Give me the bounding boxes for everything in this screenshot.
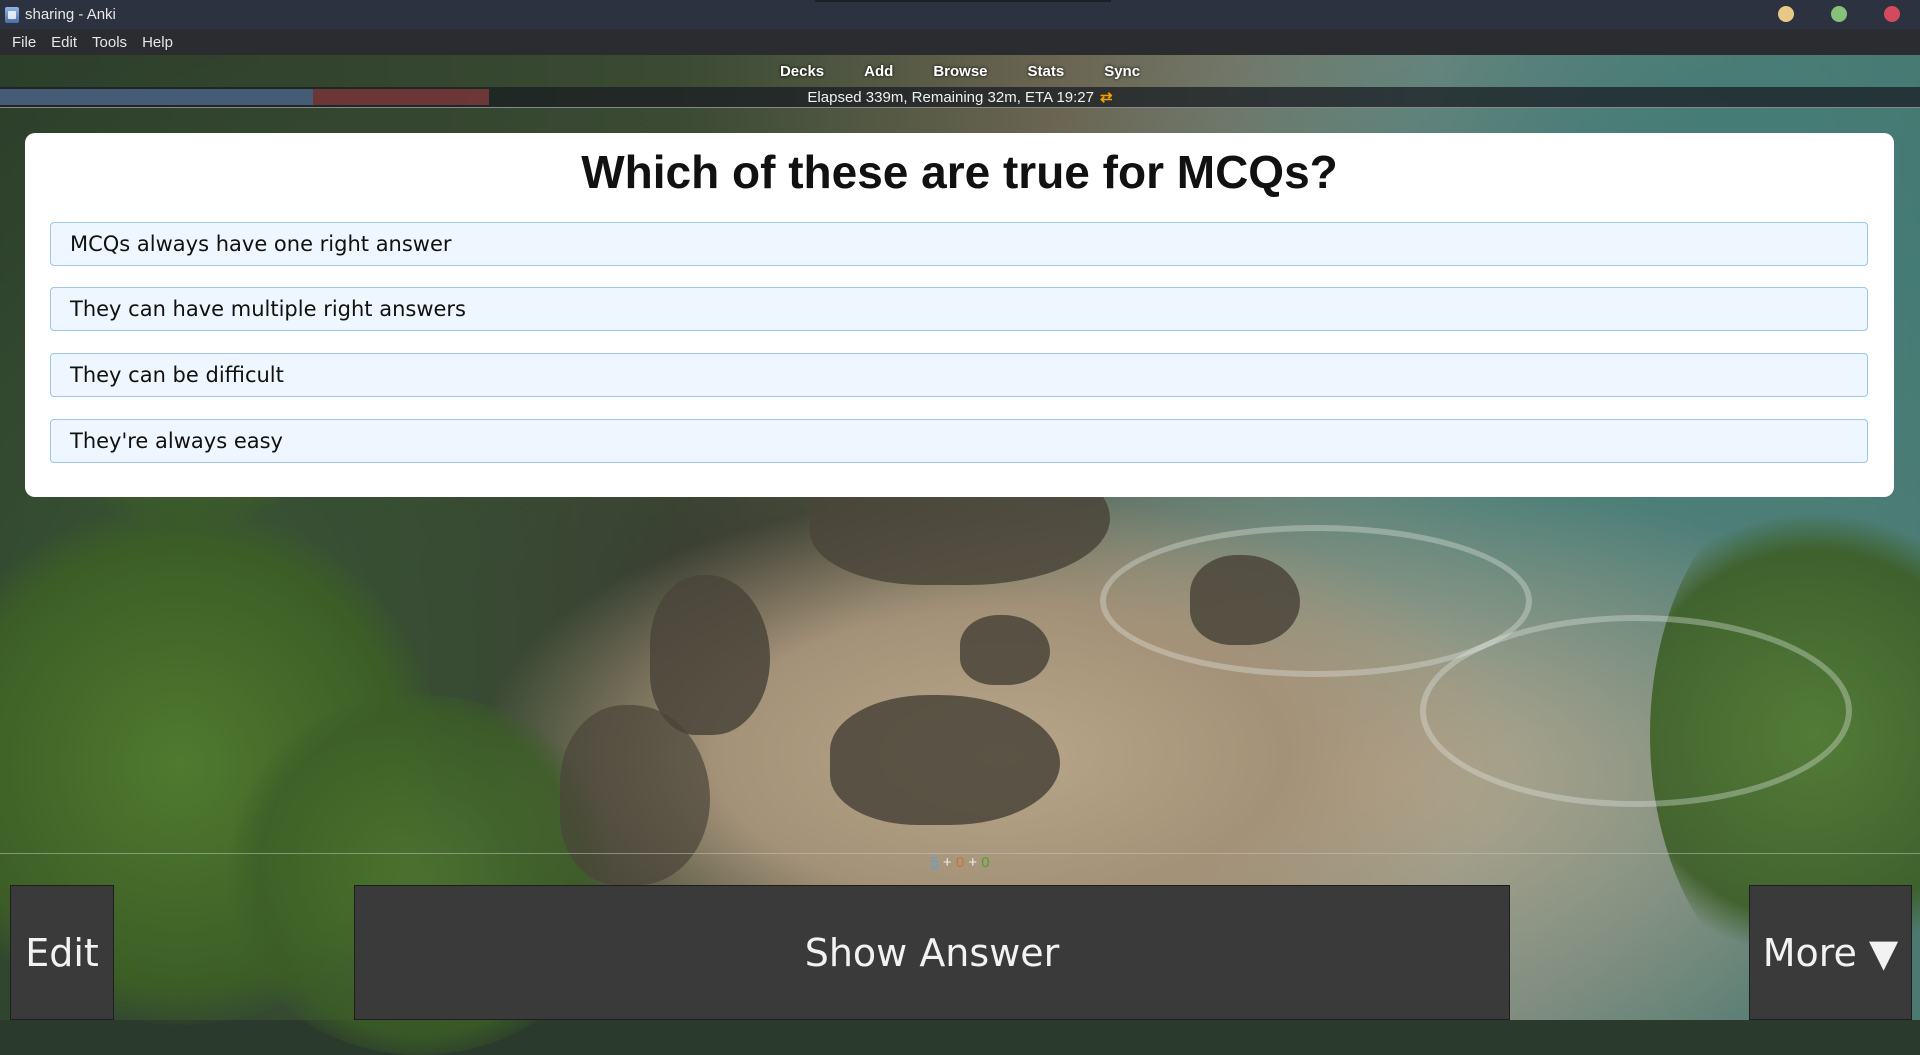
more-button[interactable]: More ▼ [1749,885,1912,1020]
menu-bar: File Edit Tools Help [0,29,1920,55]
menu-file[interactable]: File [12,34,36,51]
flashcard: Which of these are true for MCQs? MCQs a… [25,133,1894,497]
count-separator: + [942,854,952,871]
nav-decks[interactable]: Decks [760,63,844,80]
show-answer-button[interactable]: Show Answer [354,885,1510,1020]
edit-button[interactable]: Edit [10,885,114,1020]
top-navigation: Decks Add Browse Stats Sync [0,55,1920,87]
nav-sync[interactable]: Sync [1084,63,1160,80]
menu-edit[interactable]: Edit [51,34,77,51]
review-count: 0 [981,854,990,871]
new-count: 5 [930,854,939,871]
close-button[interactable] [1884,6,1900,22]
answer-option-3[interactable]: They can be difficult [50,353,1868,397]
elapsed-remaining-eta: Elapsed 339m, Remaining 32m, ETA 19:27 [807,89,1094,106]
anki-app-icon [5,6,19,23]
menu-help[interactable]: Help [142,34,173,51]
nav-add[interactable]: Add [844,63,913,80]
status-text-line: Elapsed 339m, Remaining 32m, ETA 19:27 ⇄ [0,88,1920,106]
learn-count: 0 [955,854,965,871]
menu-tools[interactable]: Tools [92,34,127,51]
sync-status-icon[interactable]: ⇄ [1100,89,1113,106]
answer-option-1[interactable]: MCQs always have one right answer [50,222,1868,266]
nav-stats[interactable]: Stats [1008,63,1085,80]
answer-option-2[interactable]: They can have multiple right answers [50,287,1868,331]
maximize-button[interactable] [1831,6,1847,22]
due-counts: 5 + 0 + 0 [0,853,1920,874]
progress-status-bar: Elapsed 339m, Remaining 32m, ETA 19:27 ⇄ [0,87,1920,108]
answer-option-4[interactable]: They're always easy [50,419,1868,463]
count-separator: + [968,854,978,871]
card-question: Which of these are true for MCQs? [581,146,1338,198]
nav-browse[interactable]: Browse [913,63,1007,80]
minimize-button[interactable] [1778,6,1794,22]
window-title: sharing - Anki [25,6,116,23]
title-bar-notch [815,0,1111,2]
title-bar: sharing - Anki [0,0,1920,29]
